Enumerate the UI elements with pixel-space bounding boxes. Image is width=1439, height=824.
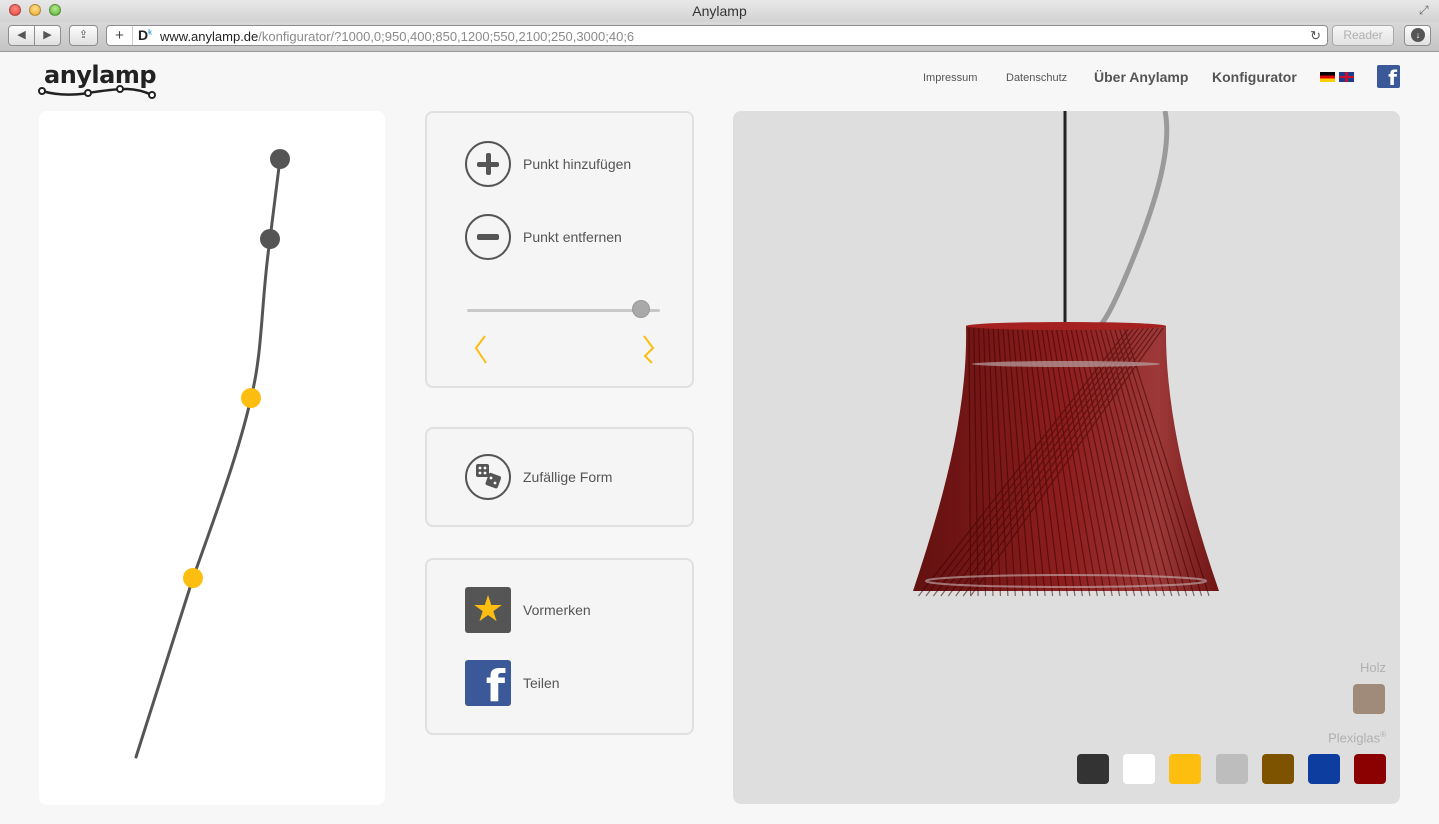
plexiglas-label: Plexiglas® <box>1328 730 1386 746</box>
plexiglas-color-swatch[interactable] <box>1354 754 1387 784</box>
wood-label: Holz <box>1359 660 1386 675</box>
shape-editor[interactable] <box>39 111 385 805</box>
plexiglas-color-swatch[interactable] <box>1123 754 1156 784</box>
browser-toolbar: ◀ ▶ ⇪ + Dk www.anylamp.de/konfigurator/?… <box>0 22 1439 52</box>
plexiglas-color-swatch[interactable] <box>1308 754 1340 784</box>
forward-button[interactable]: ▶ <box>34 25 61 46</box>
power-cord <box>1096 111 1170 329</box>
plexiglas-color-swatch[interactable] <box>1215 754 1248 784</box>
add-point-button[interactable]: Punkt hinzufügen <box>465 141 631 187</box>
nav-impressum[interactable]: Impressum <box>923 72 977 84</box>
uk-flag-icon[interactable] <box>1339 72 1354 82</box>
nav-datenschutz[interactable]: Datenschutz <box>1006 72 1067 84</box>
dice-icon <box>465 454 511 500</box>
plexiglas-color-swatch[interactable] <box>1261 754 1294 784</box>
facebook-share-icon: f <box>465 660 511 709</box>
title-bar: Anylamp ⤢ <box>0 0 1439 22</box>
facebook-icon[interactable]: f <box>1377 65 1400 90</box>
bookmark-button[interactable]: ★ Vormerken <box>465 587 591 633</box>
handle-point[interactable] <box>241 388 261 408</box>
star-icon: ★ <box>465 587 511 633</box>
inner-ring <box>972 361 1160 367</box>
download-icon: ↓ <box>1411 28 1425 42</box>
handle-point[interactable] <box>183 568 203 588</box>
address-bar[interactable]: + Dk www.anylamp.de/konfigurator/?1000,0… <box>106 25 1328 46</box>
url-path: /konfigurator/?1000,0;950,400;850,1200;5… <box>258 29 635 44</box>
zigzag-left-icon <box>474 335 487 364</box>
share-icon[interactable]: ⇪ <box>69 25 98 46</box>
nav-konfigurator[interactable]: Konfigurator <box>1212 69 1297 85</box>
logo-curve-icon <box>38 85 156 99</box>
page: anylamp Impressum Datenschutz Über Anyla… <box>0 53 1439 824</box>
site-favicon: Dk <box>138 27 153 43</box>
minus-icon <box>465 214 511 260</box>
lamella-slider-thumb[interactable] <box>631 300 650 318</box>
actions-card: ★ Vormerken f Teilen <box>425 558 694 735</box>
fullscreen-icon[interactable]: ⤢ <box>1419 3 1433 17</box>
back-button[interactable]: ◀ <box>8 25 35 46</box>
profile-curve[interactable] <box>39 111 385 805</box>
german-flag-icon[interactable] <box>1320 72 1335 82</box>
lamp-render[interactable] <box>733 111 1400 804</box>
zigzag-right-icon <box>643 335 655 364</box>
url-host: www.anylamp.de <box>160 29 259 44</box>
share-label: Teilen <box>523 675 560 691</box>
control-point[interactable] <box>270 149 290 169</box>
wood-color-swatch[interactable] <box>1353 684 1385 714</box>
reload-icon[interactable]: ↻ <box>1310 28 1321 44</box>
random-shape-label: Zufällige Form <box>523 469 613 485</box>
points-card: Punkt hinzufügen Punkt entfernen <box>425 111 694 388</box>
random-shape-button[interactable]: Zufällige Form <box>465 454 612 500</box>
add-point-label: Punkt hinzufügen <box>523 156 632 172</box>
random-card: Zufällige Form <box>425 427 694 527</box>
add-bookmark-icon[interactable]: + <box>107 26 133 45</box>
plexiglas-color-swatch[interactable] <box>1077 754 1109 784</box>
remove-point-button[interactable]: Punkt entfernen <box>465 214 622 260</box>
share-button[interactable]: f Teilen <box>465 660 560 709</box>
nav-ueber-anylamp[interactable]: Über Anylamp <box>1094 69 1188 85</box>
reader-button[interactable]: Reader <box>1332 25 1394 46</box>
control-point[interactable] <box>260 229 280 249</box>
plus-icon <box>465 141 511 187</box>
bookmark-label: Vormerken <box>523 602 591 618</box>
plexiglas-color-swatch[interactable] <box>1169 754 1202 784</box>
url-text[interactable]: www.anylamp.de/konfigurator/?1000,0;950,… <box>160 29 634 44</box>
downloads-button[interactable]: ↓ <box>1404 25 1431 46</box>
window-title: Anylamp <box>692 3 747 19</box>
anylamp-logo[interactable]: anylamp <box>38 59 158 101</box>
shade-top-rim <box>966 322 1166 330</box>
lamp-3d-viewer[interactable]: Holz Plexiglas® <box>733 111 1400 804</box>
remove-point-label: Punkt entfernen <box>523 229 622 245</box>
